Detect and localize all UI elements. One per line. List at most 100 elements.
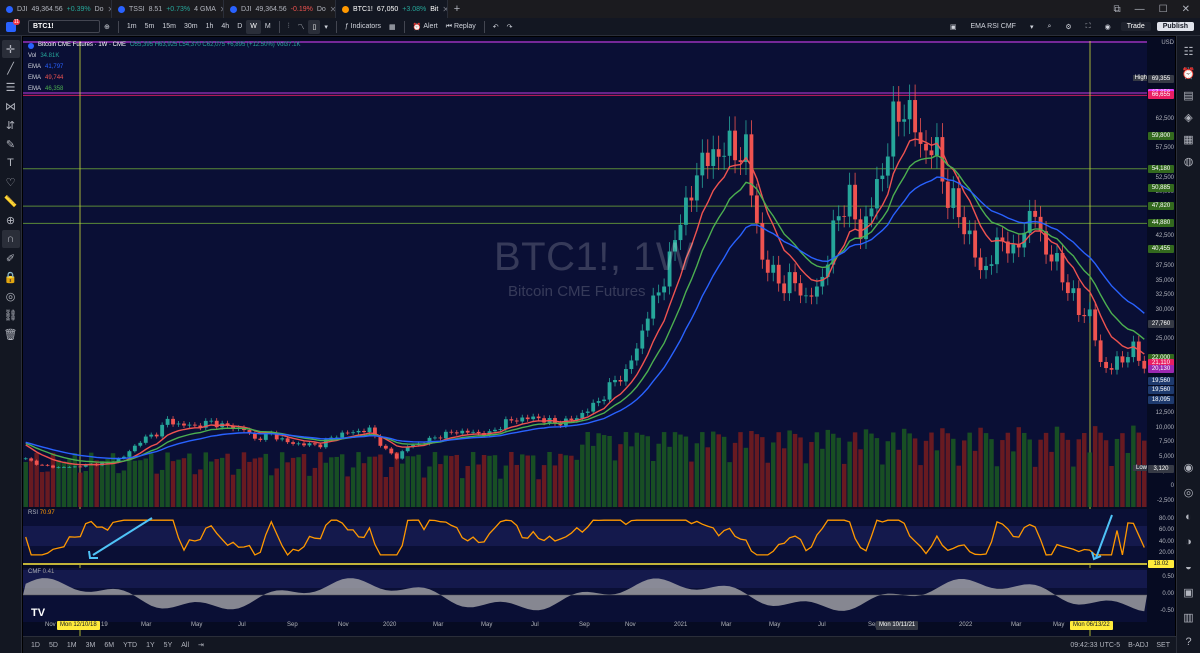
volume-bar [841,463,847,507]
publish-button[interactable]: Publish [1156,22,1194,31]
help-icon[interactable]: ? [1179,631,1199,653]
volume-bar [356,452,361,507]
chart-canvas[interactable]: TV [23,37,1175,637]
go-to-date-icon[interactable]: ⇥ [198,641,204,649]
browser-tab-2[interactable]: TSSI8.51+0.73%4 GMA✕ [112,0,224,18]
range-3m[interactable]: 3M [86,642,96,649]
volume-bar [1000,440,1005,507]
range-all[interactable]: All [181,642,189,649]
compare-symbol-icon[interactable]: ⊕ [100,20,114,34]
range-1y[interactable]: 1Y [146,642,155,649]
fullscreen-icon[interactable]: ⛶ [1082,20,1095,34]
line-style-icon[interactable]: 〽 [293,20,308,34]
trend-line-icon[interactable]: ╱ [2,59,20,77]
link-icon[interactable]: ⛓ [2,306,20,324]
crosshair-icon[interactable]: ✛ [1,40,20,58]
chart-area[interactable]: TV BTC1!, 1W Bitcoin CME Futures Bitcoin… [23,37,1175,637]
layout-grid-icon[interactable]: ▣ [946,20,961,34]
time-tick: Sep [579,622,590,628]
close-window-icon[interactable]: ✕ [1182,4,1190,15]
camera-icon[interactable]: ◉ [1101,20,1115,34]
alert-button[interactable]: ⏰ Alert [409,20,442,34]
range-1d[interactable]: 1D [31,642,40,649]
time-axis[interactable]: Nov Mar May Jul Sep Nov 2020 Mar May Jul Sep Nov 202… [23,618,1175,636]
legend-main-row[interactable]: Bitcoin CME Futures · 1W · CME O55,395 H… [28,40,300,51]
undo-icon[interactable]: ↶ [489,20,503,34]
dom-icon[interactable]: ▥ [1179,606,1199,628]
range-6m[interactable]: 6M [104,642,114,649]
interval-m[interactable]: M [261,20,275,34]
forecast-icon[interactable]: ⇵ [2,116,20,134]
currency-label[interactable]: USD [1148,40,1174,46]
quick-search-icon[interactable]: ⌕ [1043,20,1055,34]
ideas-icon[interactable]: ◍ [1179,150,1199,172]
candles-style-icon[interactable]: ▯ [308,19,321,34]
interval-4h[interactable]: 4h [217,20,233,34]
browser-tab-1[interactable]: DJI49,364.56+0.39%Do✕ [0,0,112,18]
legend-ema-row-3[interactable]: EMA 46,358 [28,84,300,95]
symbol-search-input[interactable]: BTC1! [28,20,100,33]
legend-ema-row-2[interactable]: EMA 49,744 [28,73,300,84]
order-panel-icon[interactable]: ▣ [1179,581,1199,603]
calendar-icon[interactable]: ▦ [1179,128,1199,150]
trade-button[interactable]: Trade [1120,22,1151,31]
redo-icon[interactable]: ↷ [503,20,517,34]
chevron-down-icon[interactable]: ▾ [320,20,332,34]
layers-icon[interactable]: ◈ [1179,106,1199,128]
watchlist-icon[interactable]: ☷ [1179,40,1199,62]
minimize-icon[interactable]: — [1135,4,1145,15]
trash-icon[interactable]: 🗑 [2,325,20,343]
stay-drawing-icon[interactable]: ✐ [2,249,20,267]
interval-1m[interactable]: 1m [123,20,141,34]
dock-icon[interactable]: ⧉ [1114,4,1121,15]
interval-d[interactable]: D [233,20,246,34]
range-5y[interactable]: 5Y [164,642,173,649]
maximize-icon[interactable]: ☐ [1159,4,1168,15]
notifications-icon[interactable]: ◑ [1179,531,1199,553]
range-5d[interactable]: 5D [49,642,58,649]
legend-vol-row[interactable]: Vol 34.81K [28,51,300,62]
range-1m[interactable]: 1M [67,642,77,649]
adjustment-toggle[interactable]: B-ADJ [1128,642,1148,649]
rsi-legend[interactable]: RSI 70.97 [28,510,55,516]
interval-30m[interactable]: 30m [180,20,202,34]
heart-icon[interactable]: ♡ [2,173,20,191]
bar-style-icon[interactable]: ⫶ [284,20,294,34]
browser-tab-3[interactable]: DJI 49,364.56 -0.19% Do ✕ [224,0,336,18]
legend-ema-row-1[interactable]: EMA 41,797 [28,62,300,73]
data-window-icon[interactable]: ▤ [1179,84,1199,106]
new-tab-icon[interactable]: + [448,3,466,15]
indicators-button[interactable]: ƒ Indicators [341,20,385,34]
range-ytd[interactable]: YTD [123,642,137,649]
cmf-legend[interactable]: CMF 0.41 [28,569,54,575]
magnet-icon[interactable]: ∩ [1,230,20,248]
zoom-in-icon[interactable]: ⊕ [2,211,20,229]
pattern-icon[interactable]: ⋈ [2,97,20,115]
candle-body [1076,288,1081,316]
eye-icon[interactable]: ◎ [2,287,20,305]
fib-retracement-icon[interactable]: ☰ [2,78,20,96]
interval-5m[interactable]: 5m [141,20,159,34]
broadcast-icon[interactable]: ◐ [1179,506,1199,528]
ruler-icon[interactable]: 📏 [2,192,20,210]
brush-icon[interactable]: ✎ [2,135,20,153]
text-icon[interactable]: T [2,154,20,172]
replay-button[interactable]: ⏮ Replay [442,20,480,34]
templates-icon[interactable]: ▦ [385,20,400,34]
volume-bar [678,434,683,507]
chevron-down-icon[interactable]: ▾ [1026,20,1038,34]
interval-1h[interactable]: 1h [202,20,218,34]
interval-15m[interactable]: 15m [158,20,180,34]
lock-icon[interactable]: 🔒 [2,268,20,286]
alerts-icon[interactable]: ⏰ [1179,62,1199,84]
layout-name-dropdown[interactable]: EMA RSI CMF [966,20,1020,34]
streams-icon[interactable]: ◉ [1179,456,1199,478]
session-toggle[interactable]: SET [1156,642,1170,649]
browser-tab-4[interactable]: BTC1!67,050+3.08%Bit✕ [336,0,448,18]
interval-w[interactable]: W [246,19,261,34]
settings-gear-icon[interactable]: ⚙ [1061,20,1075,34]
chat-icon[interactable]: ◎ [1179,481,1199,503]
bell-icon[interactable]: ◒ [1179,556,1199,578]
clock[interactable]: 09:42:33 UTC-5 [1070,642,1120,649]
menu-logo[interactable]: 11 [0,18,22,36]
